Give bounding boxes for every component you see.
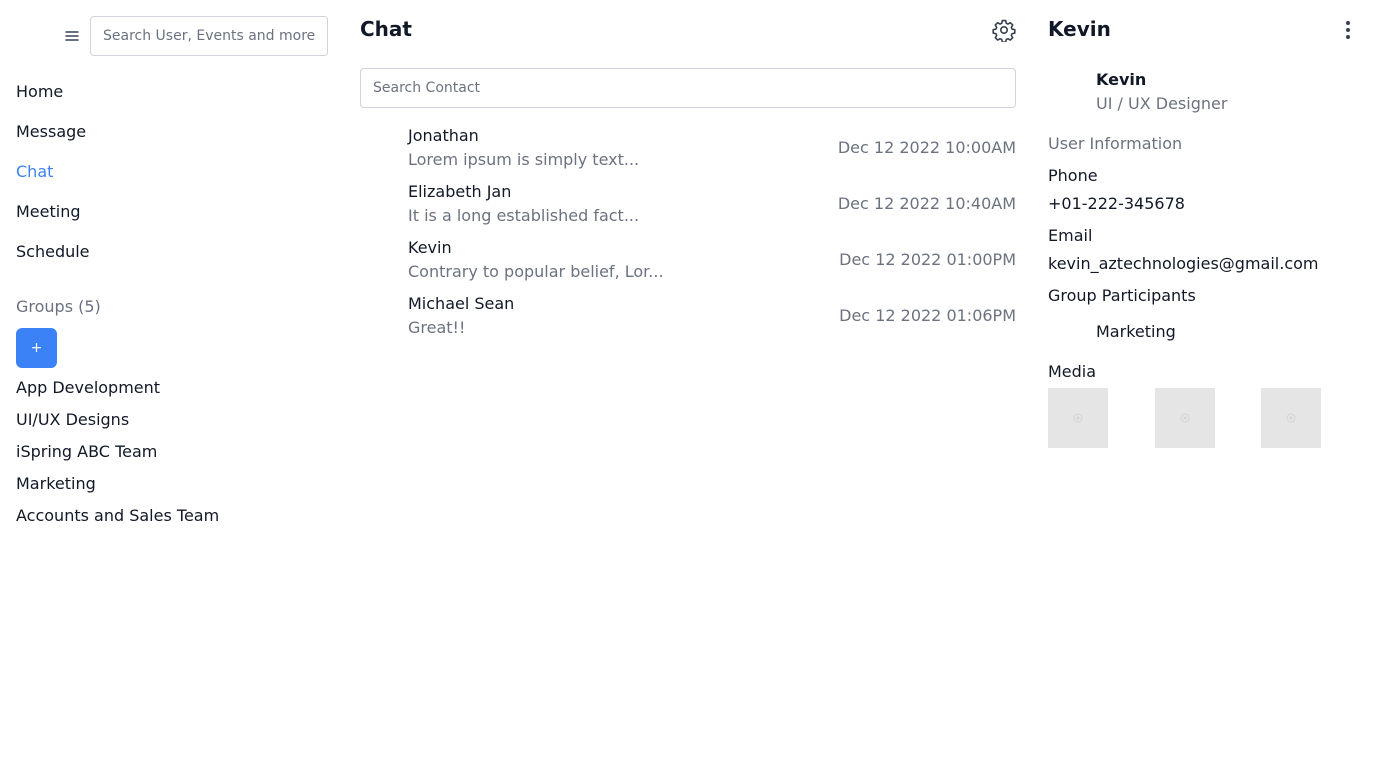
avatar <box>360 128 400 168</box>
chat-panel: Chat Jonathan Lorem ipsum is simply text… <box>360 0 1016 768</box>
group-list: App Development UI/UX Designs iSpring AB… <box>16 376 219 536</box>
phone-value: +01-222-345678 <box>1048 194 1185 213</box>
conversation-item[interactable]: Kevin Contrary to popular belief, Lor...… <box>360 236 1016 292</box>
image-placeholder-icon <box>1073 413 1083 423</box>
media-thumbnail[interactable] <box>1155 388 1215 448</box>
avatar <box>360 296 400 336</box>
global-search-input[interactable] <box>90 16 328 56</box>
avatar <box>360 240 400 280</box>
conversation-item[interactable]: Elizabeth Jan It is a long established f… <box>360 180 1016 236</box>
image-placeholder-icon <box>1286 413 1296 423</box>
contact-search-input[interactable] <box>360 68 1016 108</box>
conversation-time: Dec 12 2022 10:00AM <box>837 138 1016 157</box>
conversation-preview: Great!! <box>408 318 466 337</box>
group-item-marketing[interactable]: Marketing <box>16 472 219 504</box>
email-value: kevin_aztechnologies@gmail.com <box>1048 254 1319 273</box>
nav-item-home[interactable]: Home <box>16 80 90 120</box>
phone-label: Phone <box>1048 166 1098 185</box>
avatar <box>360 184 400 224</box>
media-thumbnail[interactable] <box>1048 388 1108 448</box>
gear-icon[interactable] <box>992 18 1016 43</box>
group-item-accounts-and-sales-team[interactable]: Accounts and Sales Team <box>16 504 219 536</box>
main-nav: Home Message Chat Meeting Schedule <box>16 80 90 280</box>
avatar <box>1048 316 1088 356</box>
hamburger-menu-icon[interactable] <box>60 24 84 48</box>
media-label: Media <box>1048 362 1097 381</box>
conversation-name: Kevin <box>408 238 452 257</box>
conversation-preview: Contrary to popular belief, Lor... <box>408 262 664 281</box>
add-group-button[interactable]: + <box>16 328 57 368</box>
left-sidebar: Home Message Chat Meeting Schedule Group… <box>0 0 344 768</box>
profile-title: Kevin <box>1048 17 1111 41</box>
profile-panel: Kevin Kevin UI / UX Designer User Inform… <box>1048 0 1360 768</box>
conversation-time: Dec 12 2022 10:40AM <box>837 194 1016 213</box>
nav-item-chat[interactable]: Chat <box>16 160 90 200</box>
conversation-preview: It is a long established fact... <box>408 206 640 225</box>
conversation-preview: Lorem ipsum is simply text... <box>408 150 640 169</box>
nav-item-schedule[interactable]: Schedule <box>16 240 90 280</box>
group-item-app-development[interactable]: App Development <box>16 376 219 408</box>
conversation-name: Michael Sean <box>408 294 515 313</box>
conversation-name: Elizabeth Jan <box>408 182 512 201</box>
chat-title: Chat <box>360 17 412 41</box>
media-gallery <box>1048 388 1321 448</box>
profile-role: UI / UX Designer <box>1096 94 1228 113</box>
image-placeholder-icon <box>1180 413 1190 423</box>
profile-name: Kevin <box>1096 70 1147 89</box>
conversation-time: Dec 12 2022 01:06PM <box>839 306 1016 325</box>
nav-item-meeting[interactable]: Meeting <box>16 200 90 240</box>
conversation-list: Jonathan Lorem ipsum is simply text... D… <box>360 124 1016 348</box>
group-item-ispring-abc-team[interactable]: iSpring ABC Team <box>16 440 219 472</box>
vertical-dots-icon[interactable] <box>1336 18 1360 42</box>
conversation-item[interactable]: Michael Sean Great!! Dec 12 2022 01:06PM <box>360 292 1016 348</box>
group-participants-label: Group Participants <box>1048 286 1196 305</box>
nav-item-message[interactable]: Message <box>16 120 90 160</box>
conversation-name: Jonathan <box>408 126 479 145</box>
user-information-heading: User Information <box>1048 134 1183 153</box>
conversation-item[interactable]: Jonathan Lorem ipsum is simply text... D… <box>360 124 1016 180</box>
email-label: Email <box>1048 226 1093 245</box>
participant-item[interactable]: Marketing <box>1096 320 1176 344</box>
groups-heading: Groups (5) <box>16 297 101 316</box>
conversation-time: Dec 12 2022 01:00PM <box>839 250 1016 269</box>
group-item-ui-ux-designs[interactable]: UI/UX Designs <box>16 408 219 440</box>
avatar <box>1048 72 1088 112</box>
media-thumbnail[interactable] <box>1261 388 1321 448</box>
